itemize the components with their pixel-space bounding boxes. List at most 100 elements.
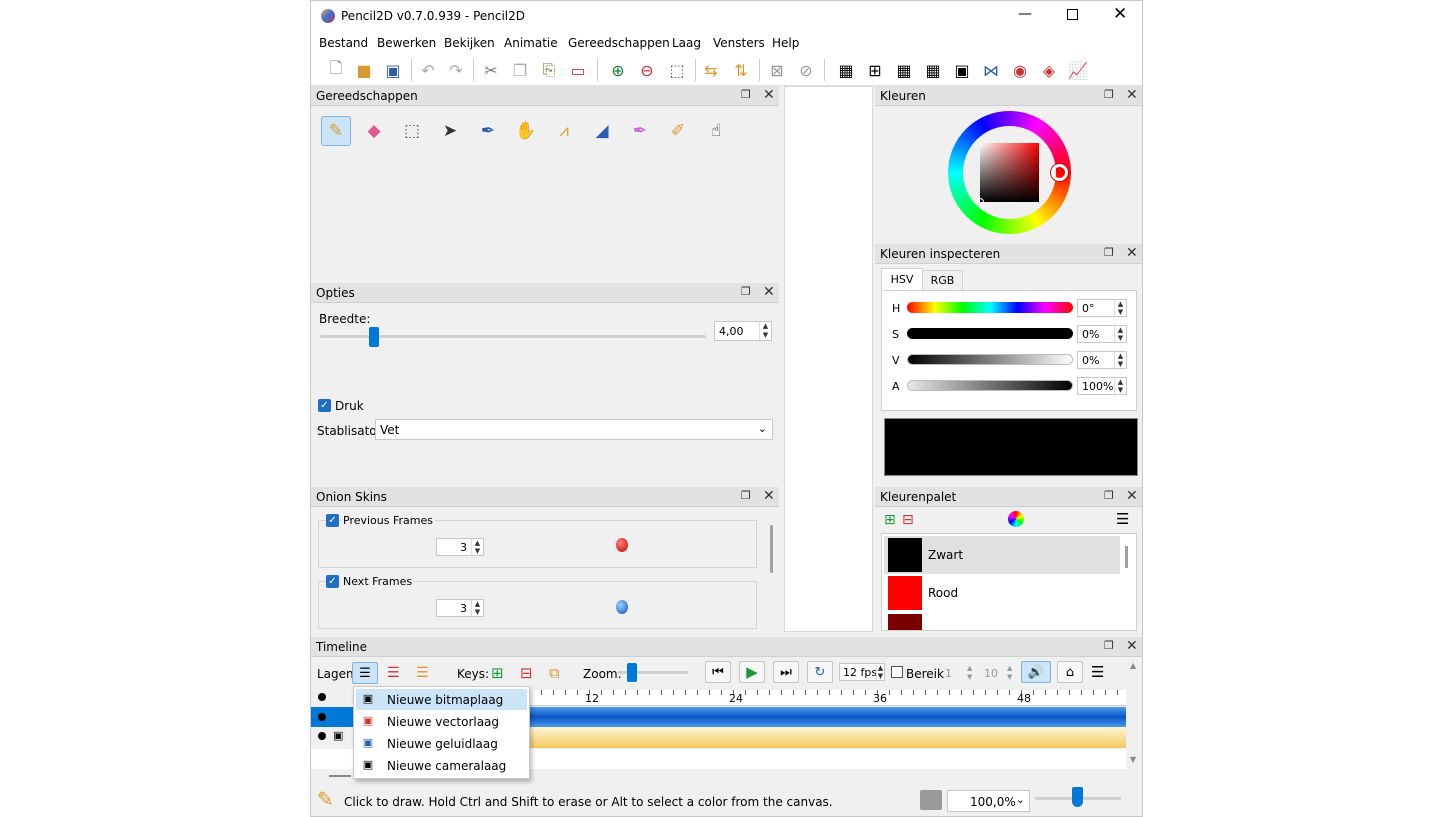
- maximize-button[interactable]: [1067, 9, 1078, 20]
- value-slider[interactable]: [907, 354, 1073, 365]
- save-status-icon[interactable]: [920, 790, 942, 810]
- spin-arrows-icon[interactable]: ▲ ▼: [471, 539, 483, 555]
- close-icon[interactable]: ✕: [763, 87, 775, 103]
- jump-end-button[interactable]: ⏭: [773, 661, 799, 683]
- close-icon[interactable]: ✕: [1126, 638, 1138, 654]
- redo-icon[interactable]: ↷: [444, 58, 468, 82]
- alpha-spinbox[interactable]: 100% ▲ ▼: [1077, 377, 1127, 395]
- canvas-zoom-handle[interactable]: [1072, 787, 1083, 807]
- float-icon[interactable]: ❐: [741, 285, 751, 298]
- remove-key-icon[interactable]: ⊟: [520, 664, 533, 682]
- tab-rgb[interactable]: RGB: [923, 270, 963, 290]
- paste-icon[interactable]: ⎘: [537, 58, 561, 82]
- preview-icon[interactable]: ⊠: [765, 58, 789, 82]
- menu-gereedschappen[interactable]: Gereedschappen: [568, 36, 670, 50]
- new-file-icon[interactable]: 🗋: [324, 58, 348, 82]
- scroll-up-icon[interactable]: ▲: [1130, 661, 1136, 670]
- remove-layer-icon[interactable]: ☰: [387, 665, 400, 681]
- safe-area-icon[interactable]: ▣: [950, 58, 974, 82]
- menu-laag[interactable]: Laag: [672, 36, 701, 50]
- palette-scrollbar[interactable]: [1125, 546, 1128, 568]
- duplicate-layer-icon[interactable]: ☰: [416, 665, 429, 681]
- menu-item-new-vector-layer[interactable]: ▣ Nieuwe vectorlaag: [356, 711, 527, 732]
- eraser-tool-icon[interactable]: ◆: [359, 116, 389, 146]
- spin-arrows-icon[interactable]: ▲ ▼: [1007, 664, 1012, 682]
- next-frames-spinbox[interactable]: 3 ▲ ▼: [436, 599, 484, 617]
- polyline-tool-icon[interactable]: ⩘: [549, 116, 579, 146]
- sv-picker-handle[interactable]: [976, 198, 984, 206]
- onion-scrollbar[interactable]: [770, 525, 773, 573]
- range-end-value[interactable]: 10: [984, 667, 998, 680]
- fps-spinbox[interactable]: 12 fps ▲ ▼: [839, 663, 885, 681]
- move-tool-icon[interactable]: ➤: [435, 116, 465, 146]
- brush-tool-icon[interactable]: ✐: [663, 116, 693, 146]
- eyedropper-tool-icon[interactable]: ✒: [625, 116, 655, 146]
- flip-vertical-icon[interactable]: ⇅: [729, 58, 753, 82]
- onion-skin-button[interactable]: ⌂: [1057, 661, 1083, 683]
- spin-arrows-icon[interactable]: ▲ ▼: [1114, 300, 1126, 316]
- loop-button[interactable]: ↻: [807, 661, 833, 683]
- add-color-icon[interactable]: ⊞: [884, 512, 896, 528]
- duplicate-key-icon[interactable]: ⧉: [549, 664, 560, 682]
- menu-bekijken[interactable]: Bekijken: [444, 36, 495, 50]
- value-spinbox[interactable]: 0% ▲ ▼: [1077, 351, 1127, 369]
- red-onion-bulb-icon[interactable]: [616, 538, 628, 552]
- layer-visibility-dot[interactable]: [318, 713, 326, 721]
- blue-onion-bulb-icon[interactable]: [616, 600, 628, 614]
- close-icon[interactable]: ✕: [1126, 488, 1138, 504]
- thirds-guide-icon[interactable]: ▦: [892, 58, 916, 82]
- timeline-hscroll[interactable]: [329, 775, 351, 777]
- float-icon[interactable]: ❐: [741, 489, 751, 502]
- close-icon[interactable]: ✕: [1126, 87, 1138, 103]
- frame-ruler[interactable]: [529, 690, 1126, 706]
- flip-horizontal-icon[interactable]: ⇆: [699, 58, 723, 82]
- float-icon[interactable]: ❐: [1104, 246, 1114, 259]
- menu-animatie[interactable]: Animatie: [504, 36, 558, 50]
- zoom-in-icon[interactable]: ⊕: [606, 58, 630, 82]
- zoom-fit-icon[interactable]: ⬚: [665, 58, 689, 82]
- palette-menu-icon[interactable]: ☰: [1116, 510, 1129, 528]
- swatch-row[interactable]: [884, 612, 1120, 630]
- float-icon[interactable]: ❐: [1104, 88, 1114, 101]
- play-button[interactable]: ▶: [739, 661, 765, 683]
- menu-bestand[interactable]: Bestand: [319, 36, 368, 50]
- minimize-button[interactable]: —: [1018, 6, 1032, 22]
- saturation-slider[interactable]: [907, 328, 1073, 339]
- layer-visibility-dot[interactable]: [318, 732, 326, 740]
- cut-icon[interactable]: ✂: [479, 58, 503, 82]
- bitmap-layer-track[interactable]: [529, 707, 1126, 727]
- outline-icon[interactable]: ⊘: [794, 58, 818, 82]
- sound-scrub-button[interactable]: 🔊: [1021, 661, 1051, 683]
- spin-arrows-icon[interactable]: ▲ ▼: [471, 600, 483, 616]
- hue-slider[interactable]: [907, 302, 1073, 313]
- float-icon[interactable]: ❐: [1104, 489, 1114, 502]
- timeline-menu-icon[interactable]: ☰: [1091, 663, 1104, 681]
- zoom-out-icon[interactable]: ⊖: [635, 58, 659, 82]
- close-icon[interactable]: ✕: [1126, 245, 1138, 261]
- camera-layer-track[interactable]: [529, 728, 1126, 748]
- width-spinbox[interactable]: 4,00 ▲ ▼: [714, 321, 772, 341]
- add-key-icon[interactable]: ⊞: [491, 664, 504, 682]
- swatch-row[interactable]: Zwart: [884, 536, 1120, 574]
- save-icon[interactable]: ▣: [381, 58, 405, 82]
- smudge-tool-icon[interactable]: ☝: [701, 116, 731, 146]
- hue-spinbox[interactable]: 0° ▲ ▼: [1077, 299, 1127, 317]
- bucket-tool-icon[interactable]: ◢: [587, 116, 617, 146]
- perspective-one-icon[interactable]: ⋈: [979, 58, 1003, 82]
- jump-start-button[interactable]: ⏮: [705, 661, 731, 683]
- alpha-slider[interactable]: [907, 380, 1073, 391]
- menu-help[interactable]: Help: [772, 36, 799, 50]
- menu-item-new-camera-layer[interactable]: ▣ Nieuwe cameralaag: [356, 755, 527, 776]
- layer-visibility-dot[interactable]: [318, 693, 326, 701]
- perspective-two-icon[interactable]: ◉: [1008, 58, 1032, 82]
- saturation-value-square[interactable]: [980, 143, 1039, 202]
- stabilizer-select[interactable]: Vet ⌄: [375, 419, 773, 440]
- close-icon[interactable]: ✕: [763, 284, 775, 300]
- palette-colors-icon[interactable]: [1008, 511, 1024, 527]
- timeline-zoom-handle[interactable]: [627, 663, 637, 682]
- spin-arrows-icon[interactable]: ▲ ▼: [1114, 352, 1126, 368]
- select-tool-icon[interactable]: ⬚: [397, 116, 427, 146]
- remove-color-icon[interactable]: ⊟: [902, 512, 914, 528]
- scroll-down-icon[interactable]: ▼: [1130, 755, 1136, 764]
- close-window-button[interactable]: ✕: [1113, 4, 1127, 24]
